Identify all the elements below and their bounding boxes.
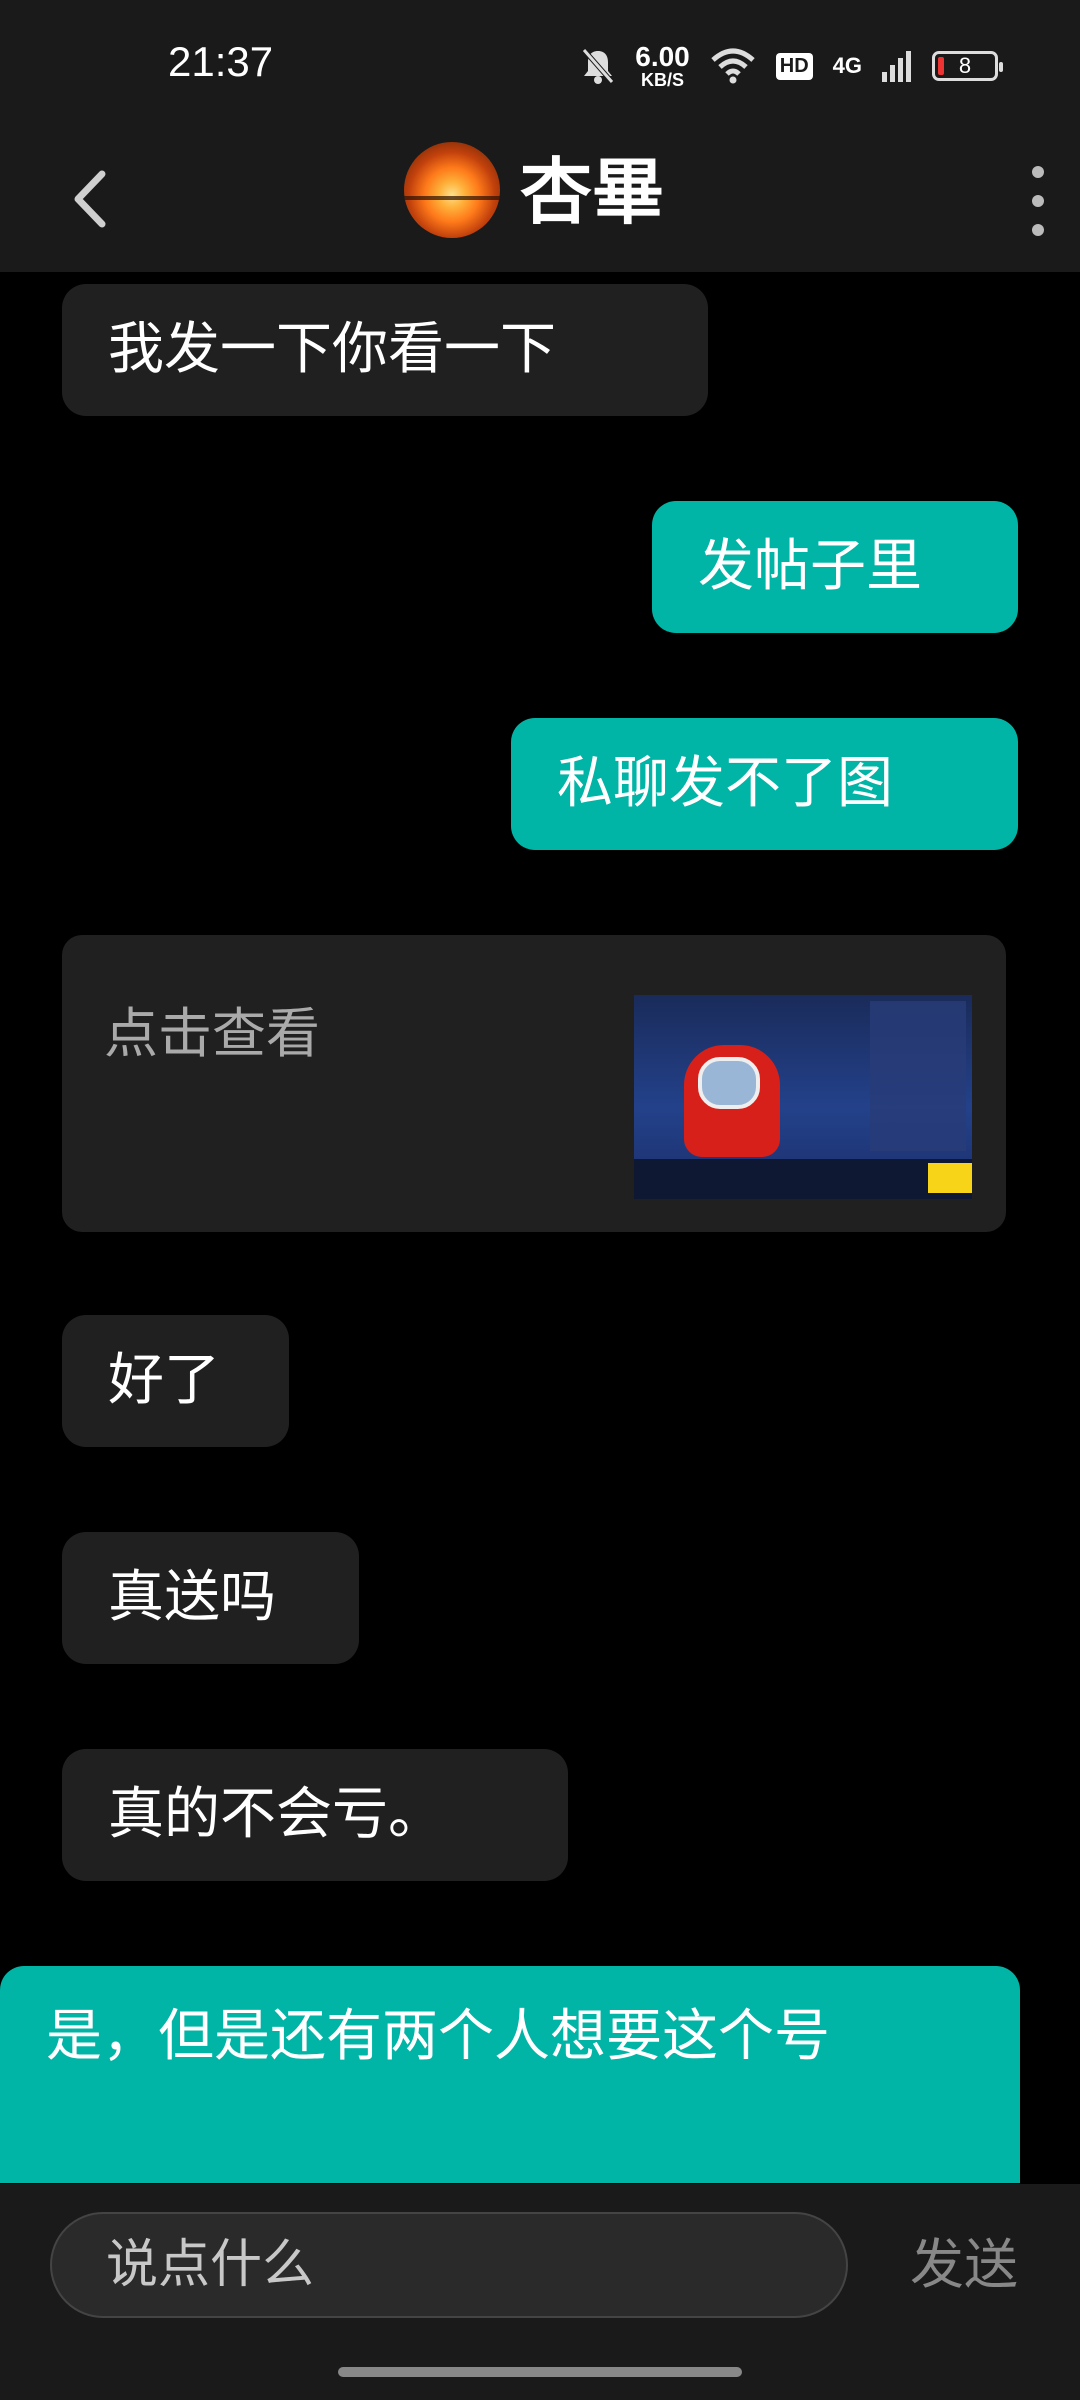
message-bubble-incoming[interactable]: 真的不会亏。	[62, 1749, 568, 1881]
message-text: 真送吗	[108, 1565, 276, 1630]
message-text: 真的不会亏。	[108, 1782, 444, 1847]
message-bubble-incoming[interactable]: 真送吗	[62, 1532, 359, 1664]
home-indicator[interactable]	[338, 2367, 742, 2377]
mute-bell-icon	[582, 48, 615, 84]
battery-level: 8	[958, 53, 972, 78]
message-bubble-outgoing[interactable]: 私聊发不了图	[511, 718, 1018, 850]
link-card[interactable]: 点击查看	[62, 935, 1006, 1232]
signal-icon	[882, 51, 911, 82]
network-speed: 6.00 KB/S	[635, 41, 690, 90]
back-icon[interactable]	[68, 158, 112, 240]
more-icon[interactable]	[1028, 166, 1048, 236]
message-text: 好了	[108, 1348, 220, 1413]
contact-name: 杏畢	[520, 149, 665, 234]
hd-badge: HD	[775, 52, 813, 80]
message-text: 发帖子里	[698, 534, 922, 599]
message-bubble-outgoing[interactable]: 发帖子里	[652, 501, 1018, 633]
avatar[interactable]	[404, 142, 500, 238]
message-text: 我发一下你看一下	[108, 317, 556, 382]
message-text: 是，但是还有两个人想要这个号	[46, 2004, 830, 2069]
message-bubble-incoming[interactable]: 好了	[62, 1315, 289, 1447]
message-bubble-outgoing[interactable]: 是，但是还有两个人想要这个号	[0, 1966, 1020, 2183]
battery-fill	[938, 57, 944, 75]
game-screenshot-thumbnail[interactable]	[634, 995, 972, 1199]
message-bubble-incoming[interactable]: 我发一下你看一下	[62, 284, 708, 416]
message-text: 私聊发不了图	[557, 751, 893, 816]
chat-header: 杏畢	[0, 130, 1080, 272]
status-time: 21:37	[168, 38, 274, 85]
message-input[interactable]: 说点什么	[50, 2212, 848, 2318]
status-bar: 21:37 6.00 KB/S HD 4G 8	[0, 0, 1080, 130]
status-icons: 6.00 KB/S HD 4G 8	[581, 36, 1003, 96]
network-type: 4G	[832, 53, 862, 78]
battery-icon: 8	[932, 51, 1003, 81]
wifi-icon	[711, 48, 755, 84]
send-button[interactable]: 发送	[910, 2212, 1018, 2318]
link-card-label: 点击查看	[104, 1002, 320, 1065]
